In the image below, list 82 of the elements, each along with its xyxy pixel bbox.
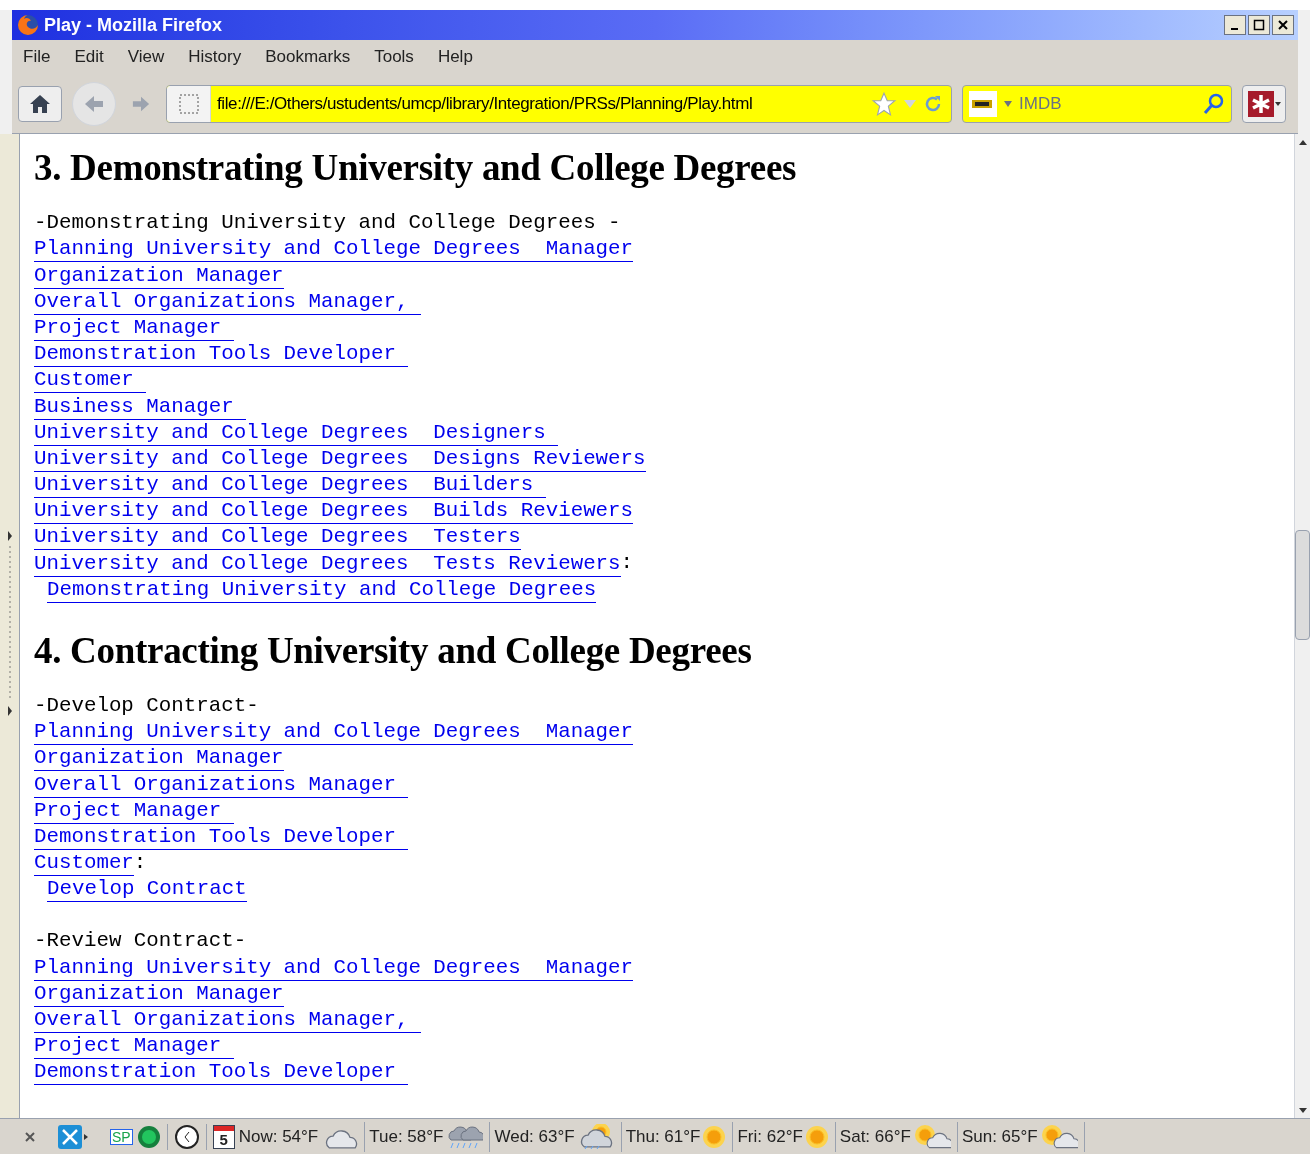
menu-item[interactable]: View <box>127 44 165 70</box>
menu-item[interactable]: History <box>188 44 242 70</box>
block-title: -Demonstrating University and College Degrees - <box>34 211 621 234</box>
weather-forecast[interactable]: Now: 54°F <box>238 1123 319 1150</box>
role-link[interactable]: Develop Contract <box>47 877 247 903</box>
role-link[interactable]: University and College Degrees Builds Reviewers <box>34 499 634 525</box>
role-link[interactable]: Project Manager <box>34 315 234 341</box>
url-text: file:///E:/Others/ustudents/umcp/library/Integration/PRSs/Planning/Play.html <box>217 92 753 115</box>
film-icon <box>969 90 997 117</box>
section-heading: 3. Demonstrating University and College Degrees <box>34 146 798 190</box>
sun-icon <box>804 1124 829 1149</box>
role-link[interactable]: Customer <box>34 851 134 877</box>
menu-item[interactable]: Bookmarks <box>265 44 351 70</box>
role-link[interactable]: University and College Degrees Builders <box>34 473 546 499</box>
role-link[interactable]: Project Manager <box>34 798 234 824</box>
dropdown-icon[interactable] <box>1003 99 1013 108</box>
sun-cloud-icon <box>912 1123 951 1150</box>
scroll-thumb[interactable] <box>1295 530 1310 640</box>
weather-forecast[interactable]: Fri: 62°F <box>737 1123 803 1150</box>
globe-icon[interactable] <box>136 1124 161 1149</box>
menu-item[interactable]: Tools <box>374 44 414 70</box>
up-arrow-icon <box>1298 139 1307 145</box>
colon-text: : <box>133 849 147 876</box>
weather-forecast[interactable]: Tue: 58°F <box>369 1123 444 1150</box>
role-link[interactable]: Overall Organizations Manager, <box>34 1008 421 1034</box>
clock-icon[interactable] <box>173 1123 200 1150</box>
weather-forecast[interactable]: Sat: 66°F <box>839 1123 911 1150</box>
role-link[interactable]: University and College Degrees Tests Reviewers <box>34 551 621 577</box>
home-button[interactable] <box>18 85 62 122</box>
down-arrow-icon <box>1298 1107 1307 1113</box>
firefox-logo-icon <box>16 13 40 37</box>
role-link[interactable]: Demonstration Tools Developer <box>34 342 409 368</box>
menu-item[interactable]: Help <box>437 44 473 70</box>
section-heading: 4. Contracting University and College Degrees <box>34 628 753 673</box>
role-link[interactable]: University and College Degrees Testers <box>34 525 521 551</box>
search-field[interactable]: IMDB <box>962 84 1232 123</box>
block-title: -Develop Contract- <box>34 693 259 717</box>
weather-forecast[interactable]: Thu: 61°F <box>625 1123 701 1150</box>
role-link[interactable]: Project Manager <box>34 1034 234 1060</box>
role-link[interactable]: Planning University and College Degrees Manager <box>34 955 634 981</box>
address-bar[interactable]: file:///E:/Others/ustudents/umcp/library/Integration/PRSs/Planning/Play.html <box>166 84 952 123</box>
butterfly-icon[interactable] <box>58 1124 88 1149</box>
search-icon[interactable] <box>1203 92 1225 115</box>
role-link[interactable]: Planning University and College Degrees Manager <box>34 237 634 263</box>
caret-icon <box>1274 101 1281 106</box>
calendar-icon[interactable]: 5 <box>212 1124 235 1149</box>
role-link[interactable]: Organization Manager <box>34 263 284 289</box>
close-icon[interactable] <box>1272 15 1294 35</box>
role-link[interactable]: Business Manager <box>34 394 247 420</box>
menu-item[interactable]: Edit <box>74 44 104 70</box>
role-link[interactable]: Overall Organizations Manager, <box>34 289 421 315</box>
rain-cloud-icon <box>445 1123 484 1150</box>
asterisk-icon <box>1247 90 1274 117</box>
back-arrow-icon <box>83 93 105 114</box>
role-link[interactable]: Overall Organizations Manager <box>34 772 409 798</box>
block-title: -Review Contract- <box>34 929 247 953</box>
weather-forecast[interactable]: Sun: 65°F <box>961 1123 1038 1150</box>
forward-arrow-icon <box>131 94 151 113</box>
weather-forecast[interactable]: Wed: 63°F <box>494 1123 575 1150</box>
scrollbar[interactable] <box>1294 134 1310 1118</box>
star-icon[interactable] <box>871 90 897 117</box>
role-link[interactable]: University and College Degrees Designers <box>34 420 559 446</box>
maximize-icon[interactable] <box>1248 15 1270 35</box>
sun-cloud-icon <box>1039 1123 1078 1150</box>
role-link[interactable]: Customer <box>34 368 147 394</box>
minimize-icon[interactable] <box>1224 15 1246 35</box>
sun-icon <box>702 1124 727 1149</box>
role-link[interactable]: Organization Manager <box>34 746 284 772</box>
reload-icon[interactable] <box>923 93 943 114</box>
colon-text: : <box>620 550 634 577</box>
menu-item[interactable]: File <box>23 44 51 70</box>
addon-button[interactable] <box>1242 84 1286 123</box>
role-link[interactable]: Planning University and College Degrees Manager <box>34 720 634 746</box>
search-input[interactable]: IMDB <box>1019 90 1189 117</box>
role-link[interactable]: Demonstration Tools Developer <box>34 1060 409 1086</box>
page-icon <box>178 93 199 114</box>
home-icon <box>29 93 51 114</box>
role-link[interactable]: Demonstrating University and College Degrees <box>47 577 597 603</box>
role-link[interactable]: Organization Manager <box>34 981 284 1007</box>
role-link[interactable]: Demonstration Tools Developer <box>34 824 409 850</box>
window-title: Play - Mozilla Firefox <box>44 13 223 37</box>
role-link[interactable]: University and College Degrees Designs Reviewers <box>34 446 646 472</box>
